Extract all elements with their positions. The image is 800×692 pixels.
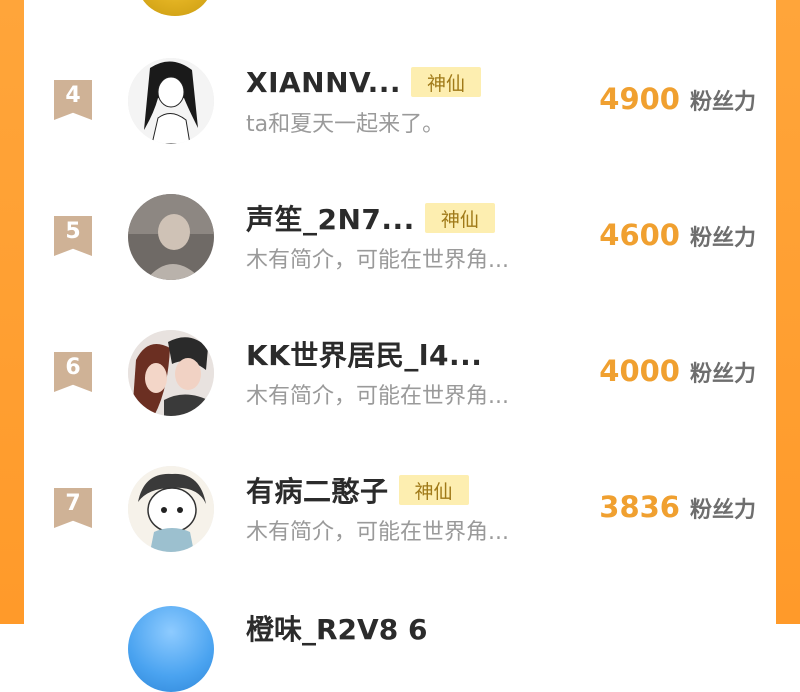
fans-count: 3836 [599, 490, 680, 524]
name-line: XIANNV... 神仙 [246, 64, 482, 100]
avatar-illustration [128, 466, 214, 552]
fans-label: 粉丝力 [689, 498, 756, 523]
user-bio: 木有简介，可能在世界角... [246, 248, 509, 273]
title-badge: 神仙 [424, 203, 495, 233]
avatar[interactable] [128, 330, 214, 416]
avatar-photo [128, 194, 214, 280]
leaderboard-row[interactable]: 5 声笙_2N7... 神仙 木有简介，可能在世界角... 4600 粉丝力 [24, 194, 776, 284]
rank-badge: 5 [54, 216, 92, 256]
avatar[interactable] [128, 606, 214, 692]
rank-badge: 7 [54, 488, 92, 528]
fans-count: 4600 [599, 218, 680, 252]
fans-count: 4900 [599, 82, 680, 116]
fans-score: 3836 粉丝力 [599, 490, 756, 524]
user-name[interactable]: 声笙_2N7... [246, 198, 415, 238]
avatar[interactable] [128, 58, 214, 144]
leaderboard-row[interactable]: 4 XIANNV... 神仙 ta和夏天一起来了。 4900 粉丝力 [24, 58, 776, 148]
name-line: 声笙_2N7... 神仙 [246, 200, 495, 236]
avatar-illustration [128, 330, 214, 416]
leaderboard-row[interactable]: 橙味_R2V8 6 [24, 600, 776, 692]
title-badge: 神仙 [398, 475, 469, 505]
fans-score: 4000 粉丝力 [599, 354, 756, 388]
rank-badge: 4 [54, 80, 92, 120]
name-line: KK世界居民_l4... [246, 336, 482, 372]
name-line: 有病二憨子 神仙 [246, 472, 469, 508]
rank-badge: 6 [54, 352, 92, 392]
fans-count: 4000 [599, 354, 680, 388]
user-name[interactable]: 橙味_R2V8 6 [246, 608, 427, 648]
leaderboard-row[interactable]: 7 有病二憨子 神仙 木有简介，可能在世界角... 3836 粉丝力 [24, 466, 776, 556]
title-badge: 神仙 [411, 67, 482, 97]
fans-label: 粉丝力 [689, 362, 756, 387]
left-orange-border [0, 0, 24, 624]
user-bio: 木有简介，可能在世界角... [246, 520, 509, 545]
user-bio: ta和夏天一起来了。 [246, 112, 445, 137]
leaderboard-row[interactable]: 6 KK世界居民_l4... 木有简介，可能在世界角... 4000 粉丝力 [24, 330, 776, 420]
fans-score: 4900 粉丝力 [599, 82, 756, 116]
avatar[interactable] [128, 466, 214, 552]
user-name[interactable]: KK世界居民_l4... [246, 334, 482, 374]
fans-label: 粉丝力 [689, 90, 756, 115]
fans-score: 4600 粉丝力 [599, 218, 756, 252]
user-bio: 木有简介，可能在世界角... [246, 384, 509, 409]
avatar[interactable] [128, 194, 214, 280]
avatar-illustration [128, 58, 214, 144]
user-name[interactable]: 有病二憨子 [246, 470, 389, 510]
user-name[interactable]: XIANNV... [246, 66, 401, 99]
fans-label: 粉丝力 [689, 226, 756, 251]
right-orange-border [776, 0, 800, 624]
